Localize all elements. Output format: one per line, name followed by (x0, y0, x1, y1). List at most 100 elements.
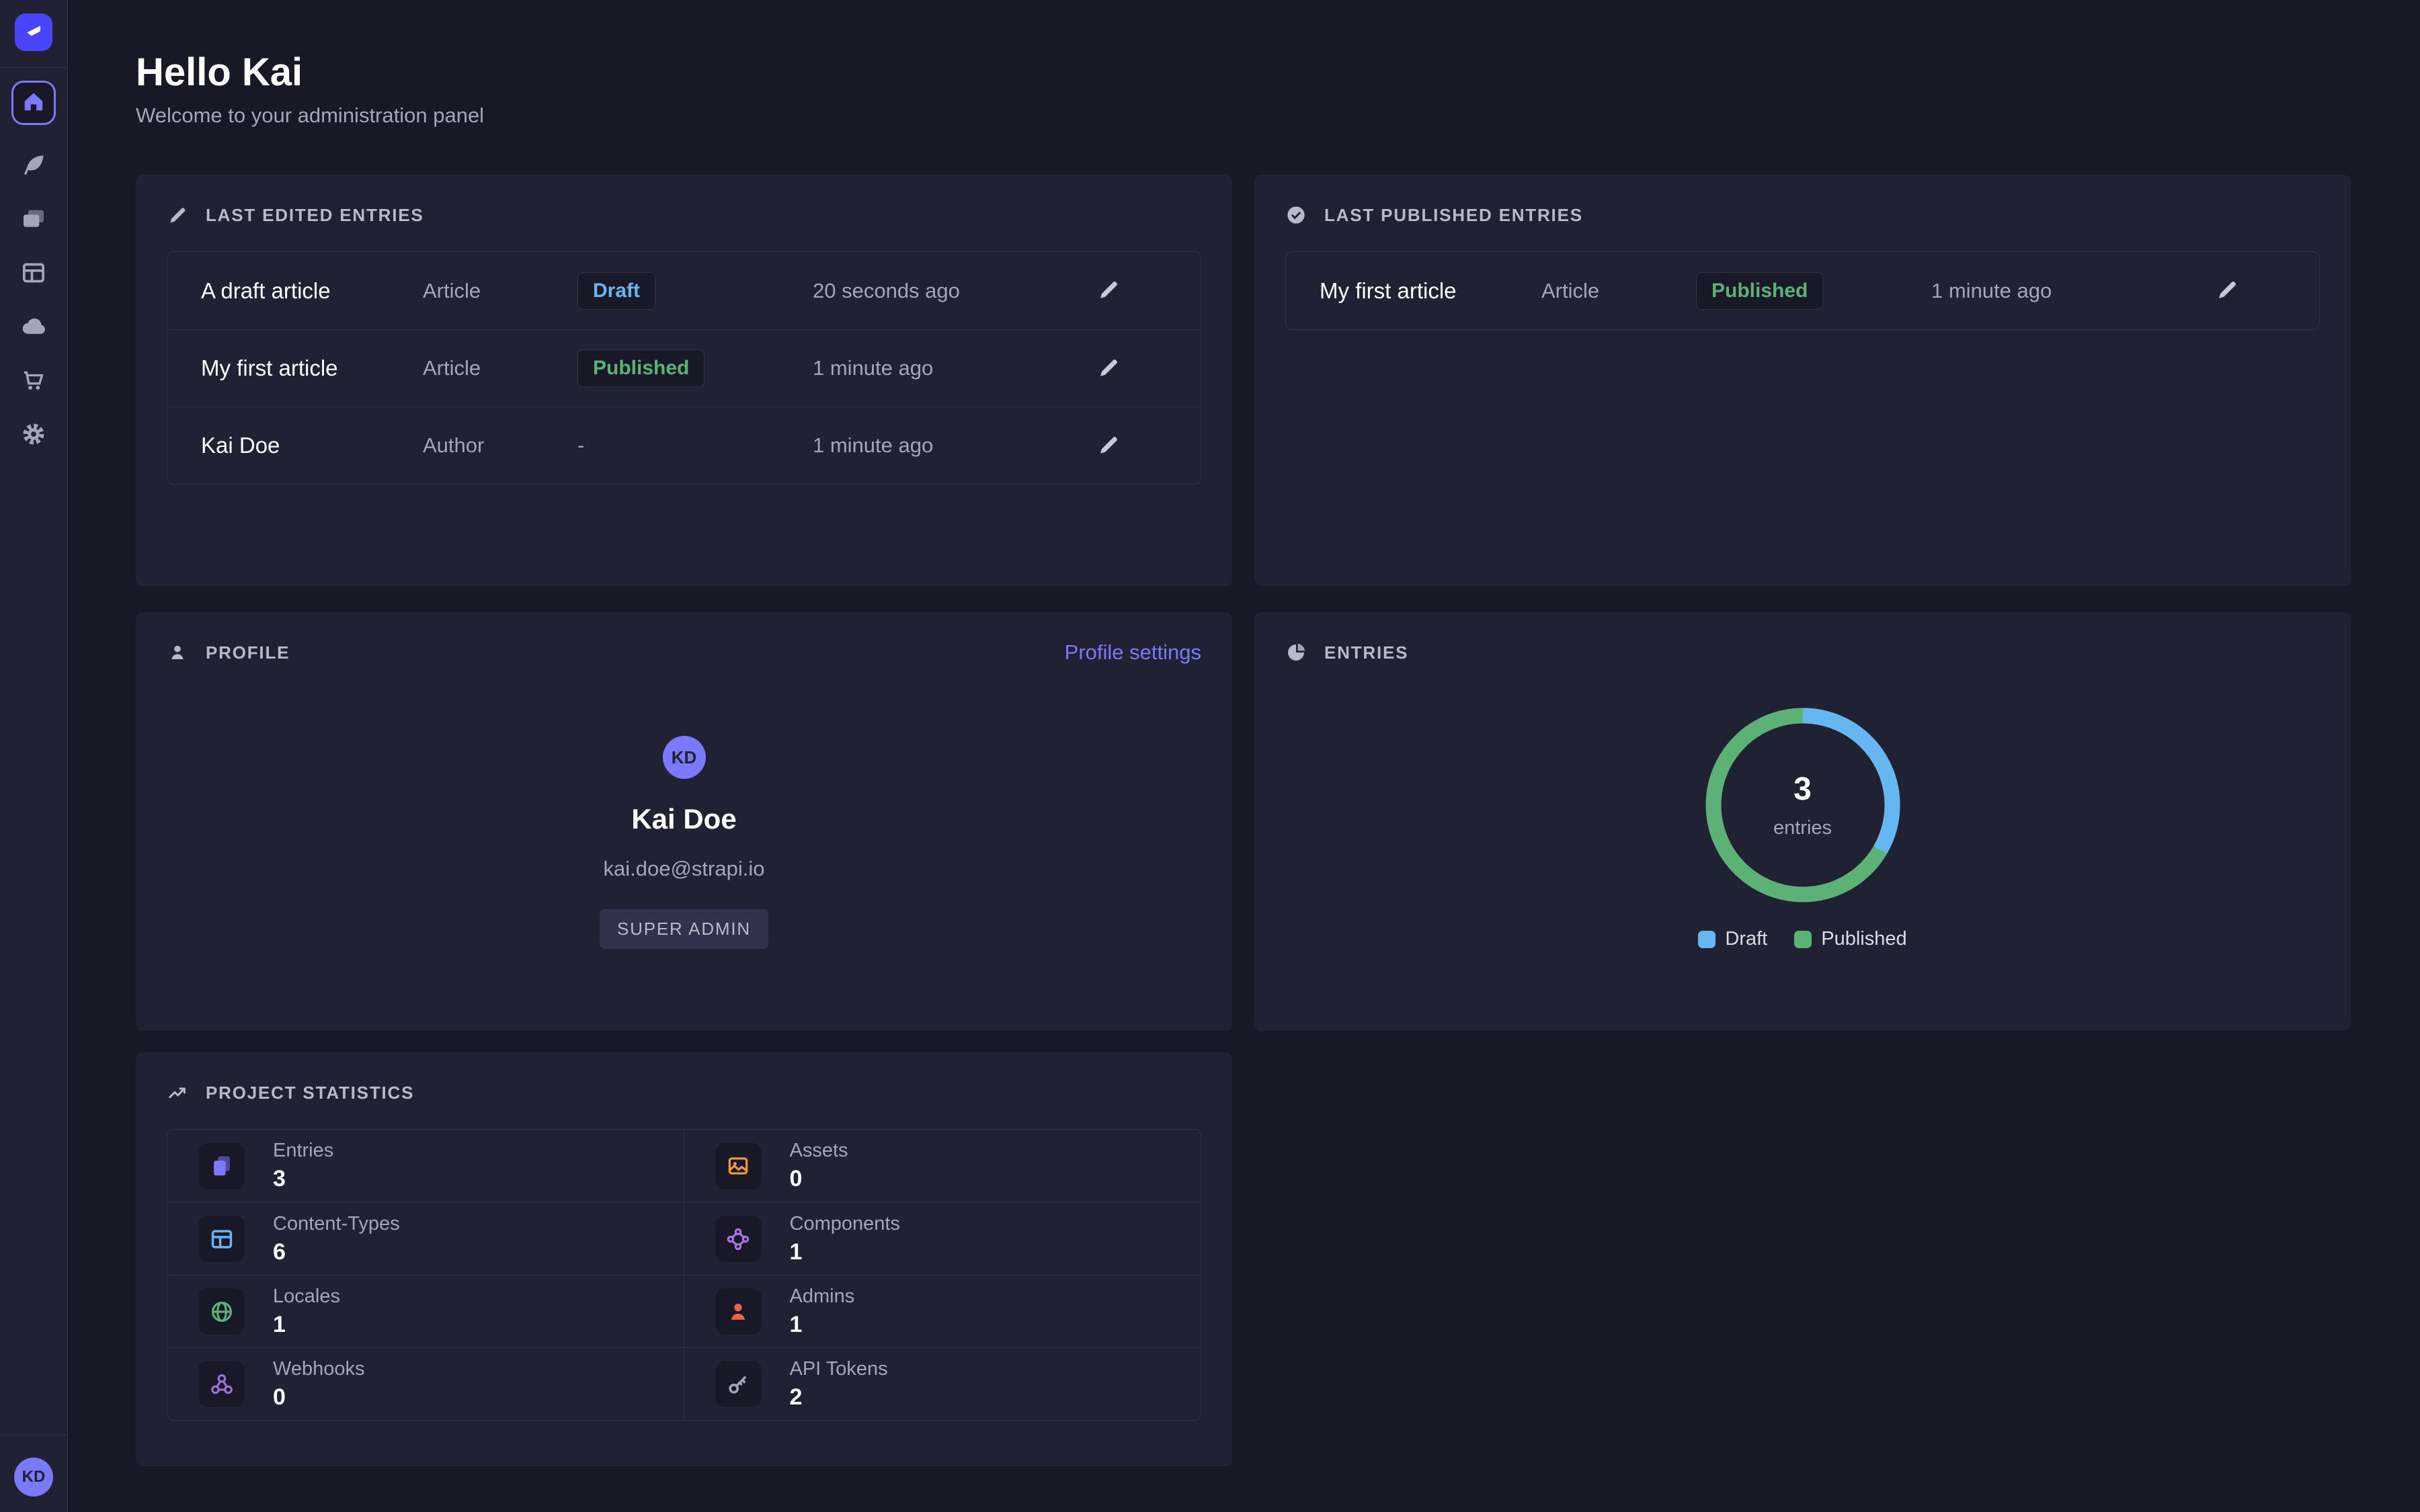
stat-label: Content-Types (273, 1213, 400, 1235)
components-icon (715, 1216, 762, 1262)
content-manager-feather-icon (20, 170, 47, 181)
sidebar-item-deploy[interactable] (20, 313, 47, 340)
entry-status-empty: - (577, 433, 813, 458)
legend-label: Draft (1725, 928, 1767, 950)
entry-time: 20 seconds ago (813, 279, 1095, 303)
sidebar: KD (0, 0, 68, 1512)
stat-label: Admins (790, 1286, 855, 1308)
status-badge: Draft (577, 272, 655, 310)
profile-card: PROFILE Profile settings KD Kai Doe kai.… (136, 612, 1232, 1031)
image-icon (715, 1143, 762, 1189)
entry-name: My first article (201, 355, 423, 381)
table-row[interactable]: My first article Article Published 1 min… (1286, 252, 2319, 329)
edit-entry-button[interactable] (1095, 355, 1122, 382)
status-badge: Published (577, 349, 704, 387)
stat-value: 2 (790, 1384, 888, 1411)
donut-center: 3 entries (1704, 706, 1902, 904)
edit-entry-button[interactable] (1095, 432, 1122, 459)
stat-locales: Locales 1 (167, 1275, 684, 1347)
last-published-entries-card: LAST PUBLISHED ENTRIES My first article … (1254, 175, 2351, 586)
stat-label: API Tokens (790, 1358, 888, 1380)
layout-icon (198, 1216, 245, 1262)
entry-type: Article (1541, 279, 1696, 303)
home-icon (20, 88, 47, 118)
media-library-icon (20, 224, 47, 235)
card-title: ENTRIES (1324, 642, 1408, 663)
entries-table: A draft article Article Draft 20 seconds… (167, 251, 1201, 485)
entry-name: My first article (1320, 278, 1541, 304)
card-head: PROFILE Profile settings (167, 636, 1201, 669)
stat-value: 6 (273, 1239, 400, 1265)
table-row[interactable]: A draft article Article Draft 20 seconds… (167, 252, 1201, 329)
stat-admins: Admins 1 (684, 1275, 1201, 1347)
strapi-logo-icon (20, 17, 47, 48)
stats-grid: Entries 3 Assets 0 (167, 1129, 1201, 1421)
main-content: Hello Kai Welcome to your administration… (68, 0, 2420, 1512)
admin-user-icon (715, 1288, 762, 1335)
deploy-cloud-icon (20, 331, 47, 343)
profile-name: Kai Doe (631, 803, 736, 835)
role-badge: SUPER ADMIN (600, 909, 768, 949)
sidebar-item-content-manager[interactable] (20, 152, 47, 179)
page-header: Hello Kai Welcome to your administration… (136, 51, 2351, 128)
entry-type: Author (423, 433, 577, 458)
sidebar-item-content-type-builder[interactable] (20, 259, 47, 286)
check-circle-icon (1285, 204, 1307, 226)
card-title: PROFILE (206, 642, 290, 663)
trend-up-icon (167, 1082, 188, 1103)
card-title: PROJECT STATISTICS (206, 1083, 414, 1103)
entry-name: Kai Doe (201, 433, 423, 458)
stat-value: 1 (790, 1239, 900, 1265)
settings-gear-icon (20, 439, 47, 450)
page-subtitle: Welcome to your administration panel (136, 103, 2351, 128)
project-statistics-card: PROJECT STATISTICS Entries 3 (136, 1052, 1232, 1466)
sidebar-item-media-library[interactable] (20, 206, 47, 233)
edit-pencil-icon (1096, 372, 1121, 382)
documents-icon (198, 1143, 245, 1189)
table-row[interactable]: My first article Article Published 1 min… (167, 329, 1201, 407)
edit-entry-button[interactable] (1095, 278, 1122, 304)
user-icon (167, 642, 188, 663)
edit-entry-button[interactable] (2214, 278, 2241, 304)
entry-time: 1 minute ago (813, 433, 1095, 458)
card-title: LAST EDITED ENTRIES (206, 205, 424, 226)
strapi-logo[interactable] (15, 13, 52, 51)
sidebar-item-marketplace[interactable] (20, 367, 47, 394)
sidebar-item-home[interactable] (11, 81, 56, 125)
table-row[interactable]: Kai Doe Author - 1 minute ago (167, 407, 1201, 484)
entries-chart-card: ENTRIES 3 entries Draft (1254, 612, 2351, 1031)
content-type-builder-icon (20, 278, 47, 289)
marketplace-cart-icon (20, 385, 47, 396)
card-head: LAST EDITED ENTRIES (167, 199, 1201, 231)
edit-pencil-icon (2215, 294, 2239, 304)
card-title: LAST PUBLISHED ENTRIES (1324, 205, 1583, 226)
stat-label: Webhooks (273, 1358, 365, 1380)
edit-pencil-icon (1096, 294, 1121, 304)
stat-entries: Entries 3 (167, 1130, 684, 1202)
chart-legend: Draft Published (1698, 928, 1906, 950)
entries-count: 3 (1793, 771, 1812, 808)
stat-label: Entries (273, 1140, 333, 1162)
sidebar-item-settings[interactable] (20, 421, 47, 448)
card-head: PROJECT STATISTICS (167, 1077, 1201, 1109)
draft-swatch (1698, 931, 1716, 948)
stat-value: 1 (273, 1312, 340, 1338)
edit-pencil-icon (1096, 449, 1121, 459)
profile-settings-link[interactable]: Profile settings (1065, 640, 1201, 665)
stat-value: 0 (790, 1166, 848, 1192)
avatar: KD (663, 736, 706, 779)
stat-label: Assets (790, 1140, 848, 1162)
sidebar-divider (0, 67, 68, 68)
pie-chart-icon (1285, 642, 1307, 663)
stat-value: 1 (790, 1312, 855, 1338)
user-avatar[interactable]: KD (14, 1458, 53, 1497)
last-edited-entries-card: LAST EDITED ENTRIES A draft article Arti… (136, 175, 1232, 586)
card-head: ENTRIES (1285, 636, 2320, 669)
entry-type: Article (423, 279, 577, 303)
legend-item-draft: Draft (1698, 928, 1767, 950)
stat-webhooks: Webhooks 0 (167, 1347, 684, 1420)
sidebar-nav (11, 81, 56, 448)
pencil-icon (167, 204, 188, 226)
globe-icon (198, 1288, 245, 1335)
stat-value: 3 (273, 1166, 333, 1192)
